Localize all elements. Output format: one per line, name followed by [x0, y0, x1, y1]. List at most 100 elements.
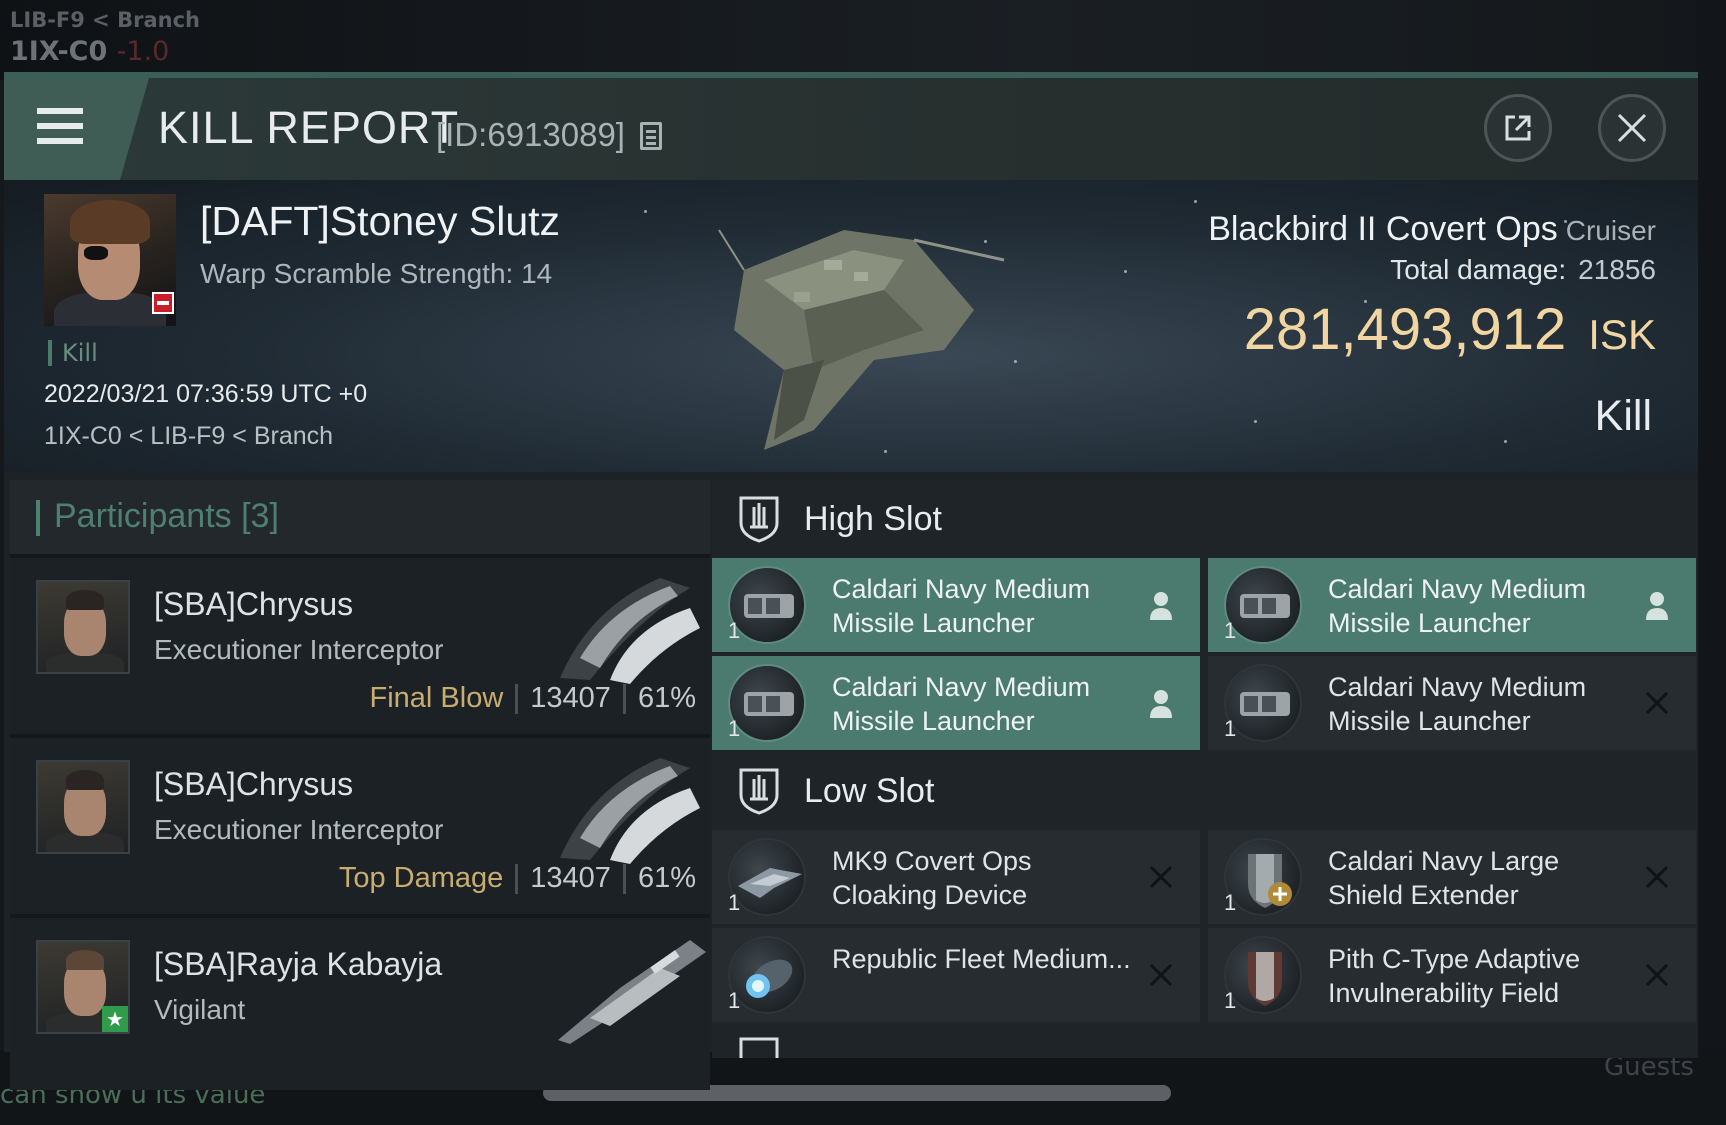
victim-ship-name[interactable]: Blackbird II Covert Ops Cruiser: [1208, 210, 1656, 249]
module-quantity: 1: [1224, 618, 1237, 643]
high-slot-module[interactable]: 1 Caldari Navy Medium Missile Launcher: [1208, 558, 1696, 652]
participant-ship: Executioner Interceptor: [154, 814, 444, 845]
module-name: MK9 Covert Ops Cloaking Device: [832, 846, 1032, 910]
destroyed-x-icon: [1144, 958, 1178, 992]
module-name: Caldari Navy Large Shield Extender: [1328, 846, 1560, 910]
participant-ship: Vigilant: [154, 994, 246, 1025]
pilot-icon[interactable]: [1144, 686, 1178, 720]
participant-ship-image[interactable]: [550, 928, 710, 1046]
participant-portrait[interactable]: [36, 580, 130, 674]
low-slot-icon: [739, 768, 779, 815]
system-security: -1.0: [116, 36, 170, 67]
kill-summary: [DAFT]Stoney Slutz Warp Scramble Strengt…: [4, 180, 1698, 472]
victim-ship-image[interactable]: [704, 200, 1034, 460]
game-background-top: [0, 0, 1726, 80]
report-id: [ID:6913089]: [436, 116, 625, 153]
low-slot-title: Low Slot: [804, 771, 935, 810]
close-icon: [1617, 113, 1647, 143]
total-damage: Total damage: 21856: [1390, 254, 1656, 286]
kill-result-label: Kill: [1594, 392, 1652, 440]
low-slot-module[interactable]: 1 Caldari Navy Large Shield Extender: [1208, 830, 1696, 924]
destroyed-x-icon: [1640, 860, 1674, 894]
participant-stats: Final Blow 13407 61%: [370, 682, 696, 715]
participant-ship-image[interactable]: [550, 748, 710, 866]
participants-count: [3]: [241, 497, 279, 535]
module-name: Republic Fleet Medium...: [832, 944, 1131, 974]
pilot-icon[interactable]: [1640, 588, 1674, 622]
isk-amount: 281,493,912: [1243, 297, 1567, 362]
mid-slot-header: [712, 1024, 1698, 1058]
destroyed-x-icon: [1640, 686, 1674, 720]
participants-panel: Participants [3] [SBA]Chrysus Executione…: [10, 480, 710, 1090]
location-breadcrumb[interactable]: LIB-F9 < Branch: [10, 8, 200, 32]
high-slot-icon: [739, 496, 779, 543]
copy-icon[interactable]: [640, 122, 662, 150]
participant-portrait[interactable]: [36, 760, 130, 854]
high-slot-module[interactable]: 1 Caldari Navy Medium Missile Launcher: [712, 558, 1200, 652]
participant-damage: 13407: [530, 682, 611, 714]
low-slot-header: Low Slot: [712, 752, 1698, 830]
participant-ship: Executioner Interceptor: [154, 634, 444, 665]
high-slot-module[interactable]: 1 Caldari Navy Medium Missile Launcher: [712, 656, 1200, 750]
close-button[interactable]: [1598, 94, 1666, 162]
kill-datetime: 2022/03/21 07:36:59 UTC +0: [44, 380, 368, 408]
external-link-icon: [1505, 115, 1531, 141]
module-name: Pith C-Type Adaptive Invulnerability Fie…: [1328, 944, 1581, 1008]
module-quantity: 1: [728, 716, 741, 741]
participant-damage-percent: 61%: [637, 682, 696, 714]
pilot-icon[interactable]: [1144, 588, 1178, 622]
mid-slot-icon: [739, 1037, 779, 1058]
destroyed-x-icon: [1640, 958, 1674, 992]
menu-button[interactable]: [4, 78, 149, 180]
module-quantity: 1: [1224, 716, 1237, 741]
participant-row[interactable]: [SBA]Chrysus Executioner Interceptor Fin…: [10, 554, 710, 730]
window-title: KILL REPORT: [158, 102, 460, 153]
total-damage-value: 21856: [1578, 254, 1656, 285]
kill-type-tag: Kill: [48, 340, 98, 366]
participant-name: [SBA]Chrysus: [154, 766, 354, 802]
participant-row[interactable]: ★ [SBA]Rayja Kabayja Vigilant: [10, 914, 710, 1090]
participant-damage: 13407: [530, 862, 611, 894]
high-slot-header: High Slot: [712, 480, 1698, 558]
low-slot-module[interactable]: 1 Pith C-Type Adaptive Invulnerability F…: [1208, 928, 1696, 1022]
high-slot-module[interactable]: 1 Caldari Navy Medium Missile Launcher: [1208, 656, 1696, 750]
module-quantity: 1: [1224, 988, 1237, 1013]
module-name: Caldari Navy Medium Missile Launcher: [1328, 574, 1587, 638]
module-name: Caldari Navy Medium Missile Launcher: [832, 672, 1091, 736]
participants-title: Participants [3]: [54, 497, 279, 535]
victim-name[interactable]: [DAFT]Stoney Slutz: [200, 198, 560, 245]
ship-name-text: Blackbird II Covert Ops: [1208, 210, 1558, 248]
standing-minus-icon: [152, 292, 174, 314]
module-quantity: 1: [1224, 890, 1237, 915]
participant-name: [SBA]Rayja Kabayja: [154, 946, 443, 982]
participant-ship-image[interactable]: [550, 568, 710, 686]
participants-header: Participants [3]: [10, 480, 710, 554]
isk-value: 281,493,912 ISK: [1244, 296, 1656, 363]
participant-portrait[interactable]: ★: [36, 940, 130, 1034]
game-background-right: [1696, 0, 1726, 1125]
low-slot-module[interactable]: 1 Republic Fleet Medium...: [712, 928, 1200, 1022]
participant-stats: Top Damage 13407 61%: [339, 862, 696, 895]
fitting-slots-panel: High Slot 1 Caldari Navy Medium Missile …: [712, 480, 1698, 1058]
hamburger-icon: [37, 108, 83, 144]
participant-damage-percent: 61%: [637, 862, 696, 894]
kill-report-window: KILL REPORT [ID:6913089] [DAFT]Stoney Sl…: [4, 72, 1698, 1090]
low-slot-module[interactable]: 1 MK9 Covert Ops Cloaking Device: [712, 830, 1200, 924]
current-system[interactable]: 1IX-C0 -1.0: [10, 36, 169, 67]
title-bar: KILL REPORT [ID:6913089]: [4, 78, 1698, 180]
participant-row[interactable]: [SBA]Chrysus Executioner Interceptor Top…: [10, 734, 710, 910]
kill-location[interactable]: 1IX-C0 < LIB-F9 < Branch: [44, 422, 333, 451]
module-quantity: 1: [728, 988, 741, 1013]
high-slot-title: High Slot: [804, 499, 942, 538]
destroyed-x-icon: [1144, 860, 1178, 894]
share-button[interactable]: [1484, 94, 1552, 162]
top-damage-tag: Top Damage: [338, 862, 504, 894]
ship-class: Cruiser: [1565, 215, 1656, 246]
module-quantity: 1: [728, 618, 741, 643]
module-quantity: 1: [728, 890, 741, 915]
warp-scramble-strength: Warp Scramble Strength: 14: [200, 258, 553, 289]
system-name: 1IX-C0: [10, 36, 108, 67]
isk-unit: ISK: [1588, 311, 1656, 358]
final-blow-tag: Final Blow: [369, 682, 504, 714]
star-standing-icon: ★: [102, 1006, 128, 1032]
